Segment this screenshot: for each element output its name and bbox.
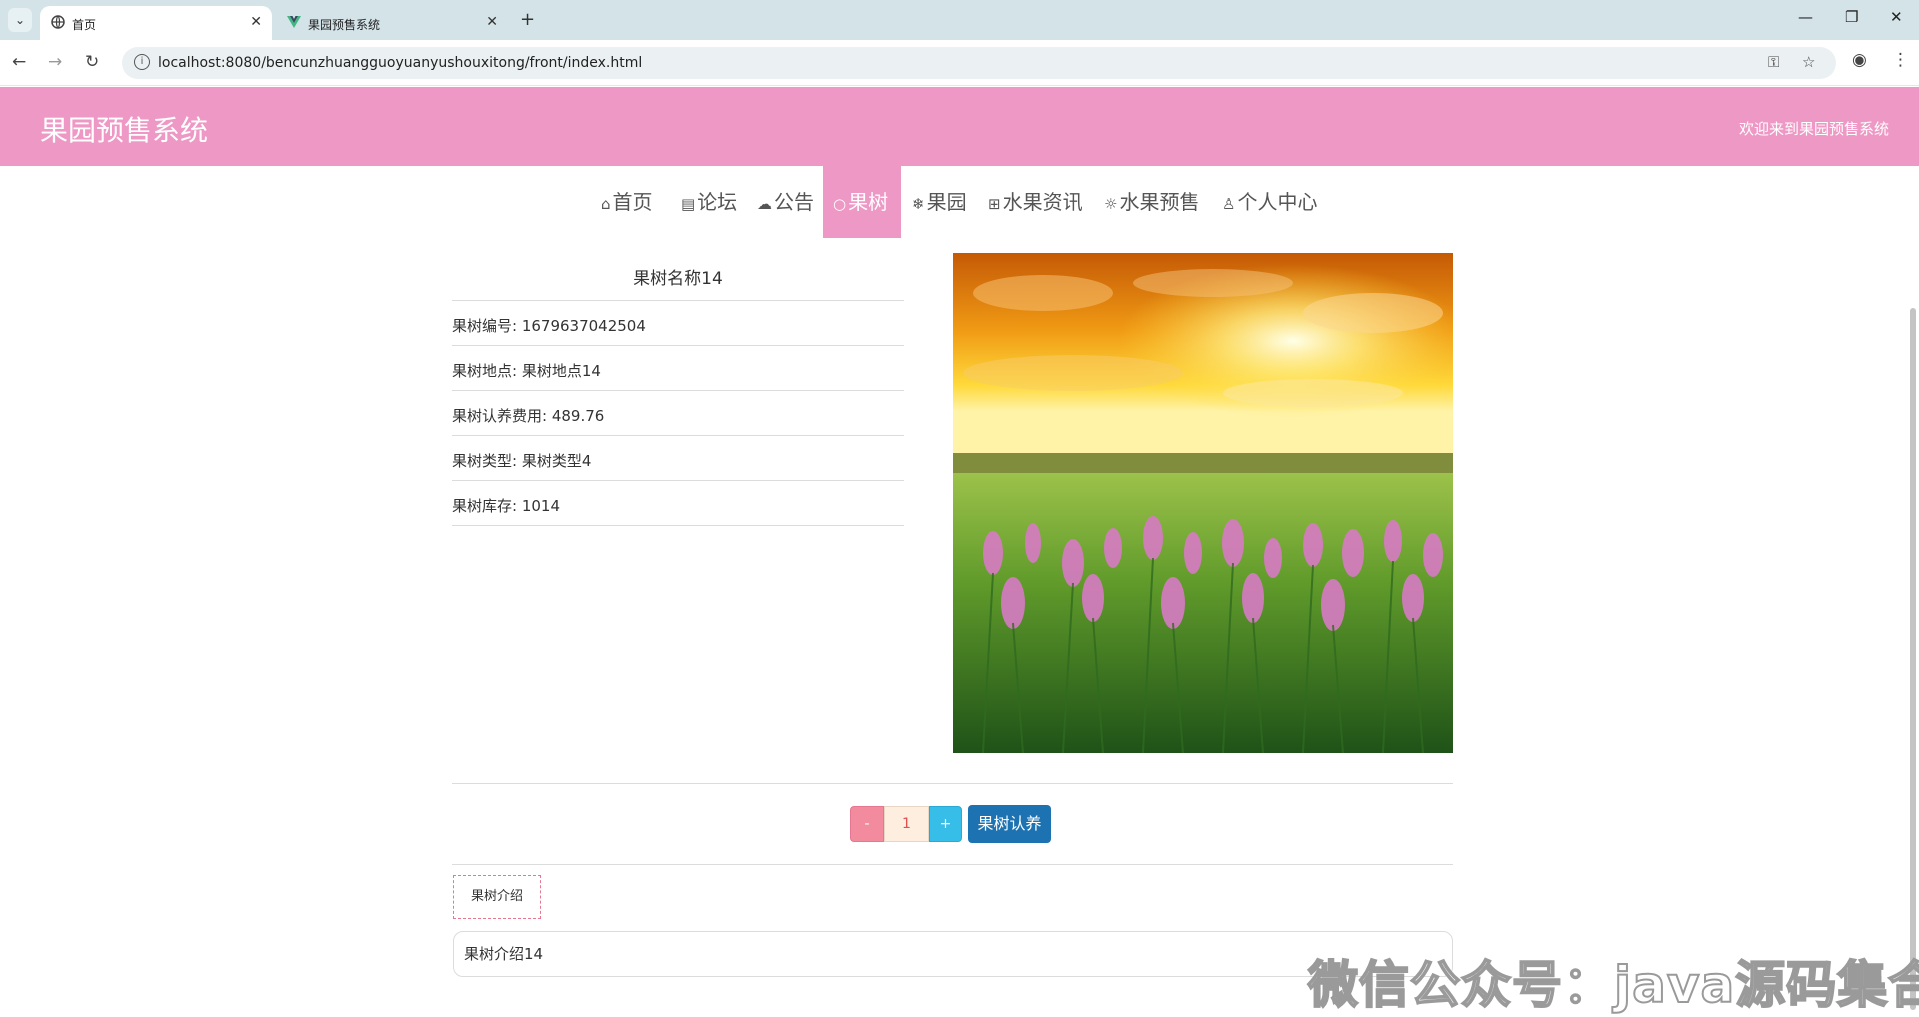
nav-item-forum[interactable]: ▤ 论坛	[671, 166, 747, 238]
quantity-plus-button[interactable]: +	[929, 806, 962, 842]
nav-item-orchard[interactable]: ❄ 果园	[902, 166, 977, 238]
profile-icon[interactable]: ◉	[1852, 50, 1867, 70]
adopt-tree-button[interactable]: 果树认养	[968, 805, 1051, 843]
detail-row-type: 果树类型: 果树类型4	[452, 452, 592, 470]
browser-tab-home[interactable]: 首页 ✕	[40, 6, 272, 40]
vue-logo-icon	[286, 15, 302, 31]
divider	[452, 435, 904, 436]
nav-item-fruit-news[interactable]: ⊞ 水果资讯	[978, 166, 1093, 238]
snowflake-icon: ❄	[912, 195, 925, 213]
calendar-icon: ▤	[681, 195, 696, 213]
quantity-input[interactable]: 1	[884, 806, 929, 842]
address-toolbar: ← → ↻ i localhost:8080/bencunzhuangguoyu…	[0, 40, 1919, 86]
detail-row-number: 果树编号: 1679637042504	[452, 317, 646, 335]
tab-list-chevron-icon[interactable]: ⌄	[8, 8, 32, 32]
tab-close-icon[interactable]: ✕	[250, 14, 262, 30]
palette-icon: ☁	[757, 195, 772, 213]
nav-label: 论坛	[697, 190, 738, 214]
site-header: 果园预售系统 欢迎来到果园预售系统	[0, 87, 1919, 166]
url-text[interactable]: localhost:8080/bencunzhuangguoyuanyushou…	[158, 55, 642, 71]
nav-item-fruit-presale[interactable]: ☼ 水果预售	[1094, 166, 1209, 238]
fruit-tree-image	[953, 253, 1453, 753]
welcome-text: 欢迎来到果园预售系统	[1738, 120, 1889, 138]
nav-label: 水果资讯	[1002, 190, 1083, 214]
site-title: 果园预售系统	[40, 114, 209, 147]
divider	[452, 525, 904, 526]
bookmark-star-icon[interactable]: ☆	[1802, 53, 1815, 71]
fruit-tree-name: 果树名称14	[633, 269, 723, 289]
nav-label: 果园	[926, 190, 967, 214]
home-icon: ⌂	[601, 195, 611, 213]
nav-item-fruit-tree[interactable]: ○ 果树	[823, 166, 901, 238]
minimize-icon[interactable]: —	[1798, 8, 1813, 26]
new-tab-plus-icon[interactable]: +	[520, 9, 535, 30]
tab-title: 果园预售系统	[308, 18, 381, 32]
browser-menu-icon[interactable]: ⋮	[1892, 50, 1909, 70]
url-bar[interactable]: i localhost:8080/bencunzhuangguoyuanyush…	[122, 47, 1836, 79]
tab-title: 首页	[72, 18, 97, 32]
nav-label: 果树	[848, 190, 889, 214]
back-arrow-icon[interactable]: ←	[12, 52, 26, 72]
watermark-text: 微信公众号：java源码集合	[1307, 955, 1919, 1015]
password-key-icon[interactable]: ⚿	[1768, 53, 1779, 71]
forward-arrow-icon[interactable]: →	[48, 52, 62, 72]
gift-icon: ⊞	[988, 195, 1001, 213]
reload-icon[interactable]: ↻	[85, 52, 99, 72]
tab-close-icon[interactable]: ✕	[486, 14, 498, 30]
site-info-icon[interactable]: i	[134, 54, 150, 70]
divider	[452, 480, 904, 481]
nav-label: 公告	[774, 190, 814, 214]
divider	[452, 783, 1453, 784]
sun-icon: ☼	[1104, 195, 1118, 213]
close-window-icon[interactable]: ✕	[1890, 8, 1903, 26]
detail-row-fee: 果树认养费用: 489.76	[452, 407, 605, 425]
nav-label: 个人中心	[1237, 190, 1318, 214]
nav-label: 首页	[612, 190, 653, 214]
nav-item-personal-center[interactable]: ♙ 个人中心	[1212, 166, 1327, 238]
divider	[452, 300, 904, 301]
page-scrollbar[interactable]	[1908, 238, 1918, 1010]
tree-intro-content: 果树介绍14	[453, 931, 1453, 977]
divider	[452, 390, 904, 391]
nav-item-home[interactable]: ⌂ 首页	[591, 166, 663, 238]
user-icon: ♙	[1222, 195, 1236, 213]
globe-icon	[50, 15, 66, 31]
divider	[452, 864, 1453, 865]
nav-label: 水果预售	[1119, 190, 1200, 214]
scrollbar-thumb[interactable]	[1910, 308, 1916, 1010]
detail-row-location: 果树地点: 果树地点14	[452, 362, 601, 380]
circle-icon: ○	[833, 195, 847, 213]
tab-tree-intro[interactable]: 果树介绍	[453, 875, 541, 919]
main-nav: ⌂ 首页 ▤ 论坛 ☁ 公告 ○ 果树 ❄ 果园 ⊞ 水果资讯 ☼ 水果预售 ♙ 个人中心	[0, 166, 1919, 238]
browser-tab-bar: ⌄ 首页 ✕ 果园预售系统 ✕ + — ❐ ✕	[0, 0, 1919, 40]
divider	[452, 345, 904, 346]
nav-item-notice[interactable]: ☁ 公告	[747, 166, 824, 238]
quantity-minus-button[interactable]: -	[850, 806, 884, 842]
restore-icon[interactable]: ❐	[1845, 8, 1858, 26]
browser-tab-system[interactable]: 果园预售系统 ✕	[276, 6, 508, 40]
detail-row-stock: 果树库存: 1014	[452, 497, 560, 515]
